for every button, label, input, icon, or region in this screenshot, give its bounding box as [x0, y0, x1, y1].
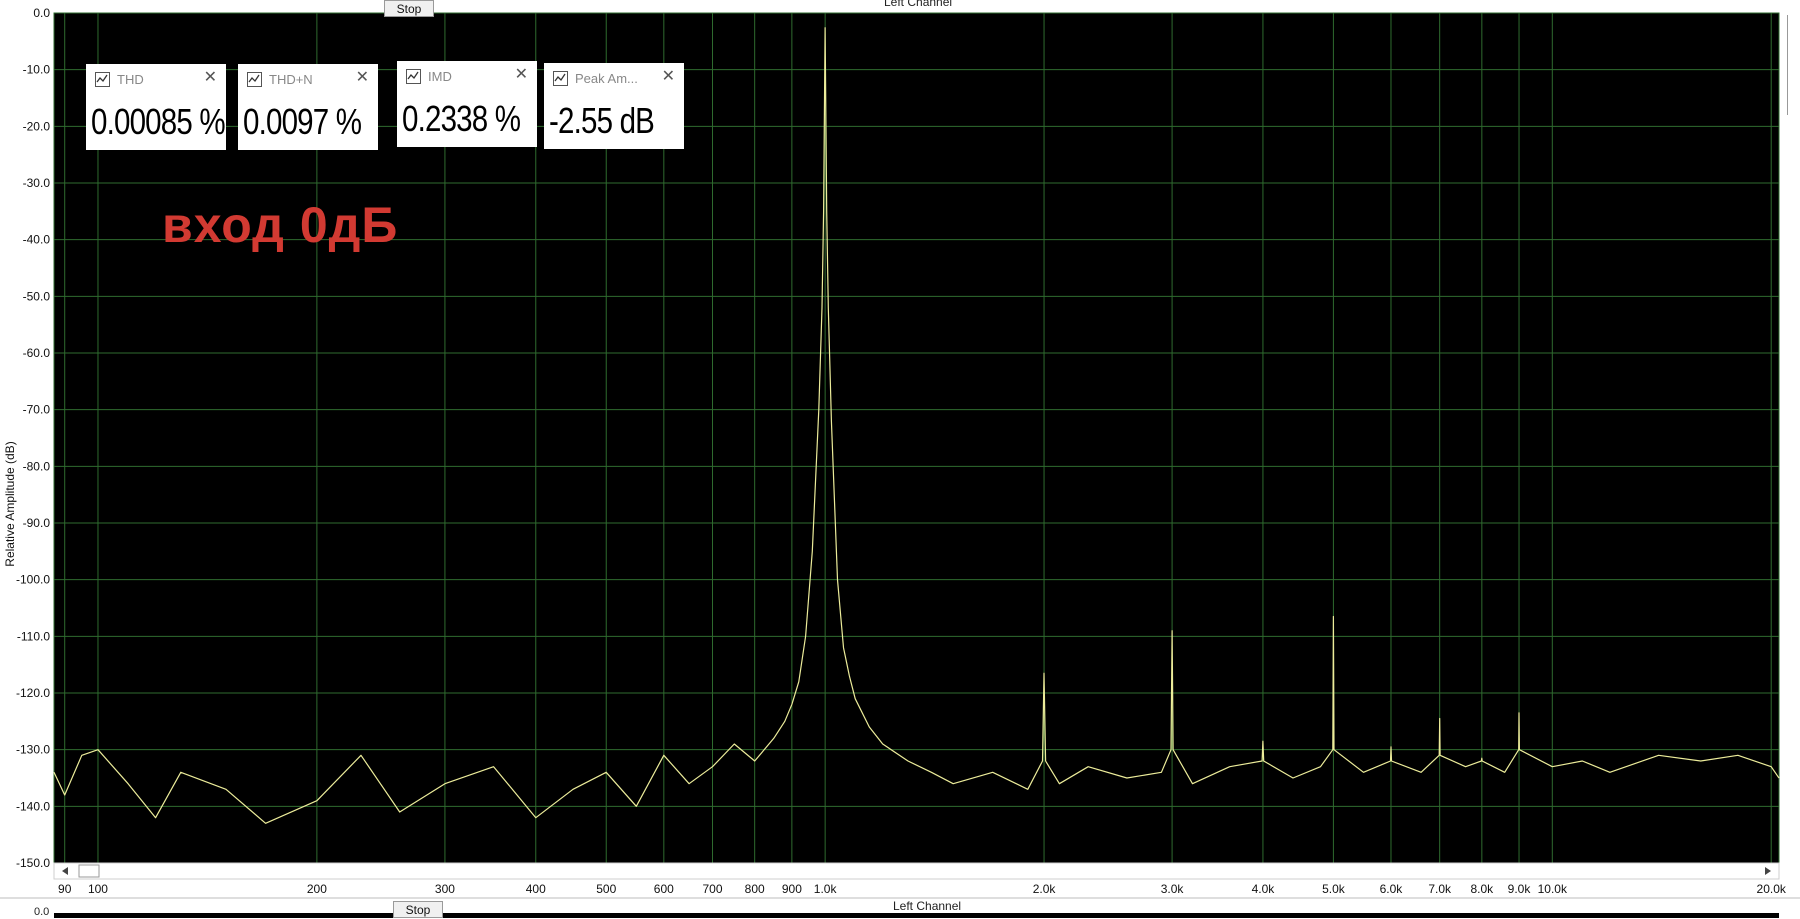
x-tick-label: 6.0k [1380, 882, 1404, 896]
y-tick-label: -10.0 [23, 63, 51, 77]
y-tick-label: -150.0 [16, 856, 50, 870]
y-tick-label: -40.0 [23, 233, 51, 247]
waveform-icon [406, 69, 421, 84]
x-tick-label: 8.0k [1470, 882, 1494, 896]
meter-value: 0.0097 % [243, 101, 362, 142]
x-tick-labels: 90 100 200 300 400 500 600 700 800 900 1.0k 2.0k 3.0… [58, 882, 1787, 896]
close-icon[interactable]: ✕ [662, 68, 675, 86]
x-tick-label: 9.0k [1508, 882, 1532, 896]
close-icon[interactable]: ✕ [515, 66, 528, 84]
x-tick-label: 100 [88, 882, 108, 896]
bottom-plot-area [54, 913, 1779, 918]
y-tick-label: -130.0 [16, 743, 50, 757]
x-tick-label: 90 [58, 882, 72, 896]
meter-label: IMD [428, 69, 452, 84]
y-tick-labels: 0.0 -10.0 -20.0 -30.0 -40.0 -50.0 -60.0 -70.0 -8… [16, 6, 50, 870]
stop-button[interactable]: Stop [384, 0, 434, 17]
waveform-icon [553, 71, 568, 86]
x-tick-label: 500 [596, 882, 616, 896]
close-icon[interactable]: ✕ [356, 69, 369, 87]
y-tick-label: 0.0 [33, 6, 50, 20]
x-tick-label: 20.0k [1757, 882, 1787, 896]
x-tick-label: 700 [702, 882, 722, 896]
meter-value: 0.00085 % [91, 101, 226, 142]
y-tick-label: -100.0 [16, 573, 50, 587]
y-tick-label: -30.0 [23, 176, 51, 190]
y-tick-label: -60.0 [23, 346, 51, 360]
waveform-icon [247, 72, 262, 87]
peak-amplitude-meter[interactable]: Peak Am... ✕ -2.55 dB [544, 63, 684, 149]
meter-value: -2.55 dB [549, 100, 655, 141]
x-tick-label: 400 [526, 882, 546, 896]
x-tick-label: 4.0k [1252, 882, 1276, 896]
x-tick-label: 1.0k [814, 882, 838, 896]
x-tick-label: 600 [654, 882, 674, 896]
x-tick-label: 3.0k [1161, 882, 1185, 896]
y-tick-label: -120.0 [16, 686, 50, 700]
x-scrollbar-track[interactable] [53, 862, 1780, 880]
x-tick-label: 300 [435, 882, 455, 896]
y-axis-title: Relative Amplitude (dB) [3, 441, 17, 567]
thd-n-meter[interactable]: THD+N ✕ 0.0097 % [238, 64, 378, 150]
chart-title: Left Channel [884, 0, 953, 9]
input-level-annotation: вход 0дБ [162, 197, 399, 253]
thd-meter[interactable]: THD ✕ 0.00085 % [86, 64, 226, 150]
meter-label: THD [117, 72, 144, 87]
y-tick-label: -50.0 [23, 289, 51, 303]
close-icon[interactable]: ✕ [204, 69, 217, 87]
y-tick-label: -20.0 [23, 119, 51, 133]
x-tick-label: 10.0k [1538, 882, 1568, 896]
x-tick-label: 7.0k [1428, 882, 1452, 896]
x-tick-label: 2.0k [1033, 882, 1057, 896]
y-tick-label: -80.0 [23, 459, 51, 473]
bottom-y-top-label: 0.0 [34, 906, 50, 918]
x-tick-label: 5.0k [1322, 882, 1346, 896]
waveform-icon [95, 72, 110, 87]
x-tick-label: 800 [745, 882, 765, 896]
meter-label: Peak Am... [575, 71, 638, 86]
x-scrollbar-thumb[interactable] [78, 864, 100, 878]
imd-meter[interactable]: IMD ✕ 0.2338 % [397, 61, 537, 147]
y-tick-label: -140.0 [16, 799, 50, 813]
y-tick-label: -90.0 [23, 516, 51, 530]
x-tick-label: 900 [782, 882, 802, 896]
bottom-stop-button[interactable]: Stop [393, 901, 443, 918]
y-tick-label: -70.0 [23, 403, 51, 417]
bottom-chart-title: Left Channel [893, 899, 962, 913]
meter-label: THD+N [269, 72, 313, 87]
y-tick-label: -110.0 [17, 629, 50, 643]
right-edge-strip [1787, 15, 1800, 115]
x-tick-label: 200 [307, 882, 327, 896]
meter-value: 0.2338 % [402, 98, 521, 139]
